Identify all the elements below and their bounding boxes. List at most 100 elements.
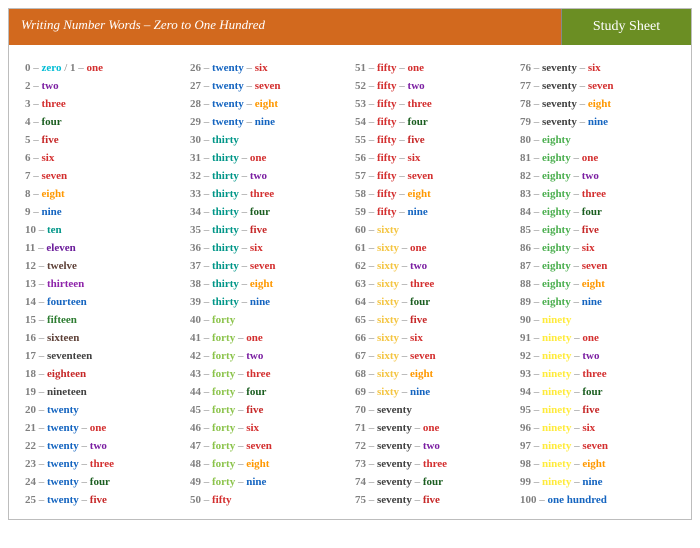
number-row: 36 – thirty – six [190, 239, 345, 257]
number-row: 62 – sixty – two [355, 257, 510, 275]
study-sheet: Writing Number Words – Zero to One Hundr… [8, 8, 692, 520]
number-row: 15 – fifteen [25, 311, 180, 329]
number-row: 13 – thirteen [25, 275, 180, 293]
number-row: 66 – sixty – six [355, 329, 510, 347]
number-row: 91 – ninety – one [520, 329, 675, 347]
number-grid: 0 – zero / 1 – one2 – two3 – three4 – fo… [9, 45, 691, 519]
number-row: 7 – seven [25, 167, 180, 185]
number-row: 12 – twelve [25, 257, 180, 275]
number-row: 3 – three [25, 95, 180, 113]
number-row: 44 – forty – four [190, 383, 345, 401]
number-row: 79 – seventy – nine [520, 113, 675, 131]
number-row: 75 – seventy – five [355, 491, 510, 509]
number-row: 87 – eighty – seven [520, 257, 675, 275]
number-row: 37 – thirty – seven [190, 257, 345, 275]
number-row: 53 – fifty – three [355, 95, 510, 113]
number-row: 72 – seventy – two [355, 437, 510, 455]
number-row: 0 – zero / 1 – one [25, 59, 180, 77]
number-row: 10 – ten [25, 221, 180, 239]
number-row: 19 – nineteen [25, 383, 180, 401]
number-row: 5 – five [25, 131, 180, 149]
number-row: 4 – four [25, 113, 180, 131]
number-row: 50 – fifty [190, 491, 345, 509]
column-4: 76 – seventy – six77 – seventy – seven78… [520, 59, 675, 509]
number-row: 33 – thirty – three [190, 185, 345, 203]
number-row: 42 – forty – two [190, 347, 345, 365]
number-row: 51 – fifty – one [355, 59, 510, 77]
number-row: 99 – ninety – nine [520, 473, 675, 491]
number-row: 39 – thirty – nine [190, 293, 345, 311]
number-row: 67 – sixty – seven [355, 347, 510, 365]
number-row: 8 – eight [25, 185, 180, 203]
number-row: 48 – forty – eight [190, 455, 345, 473]
number-row: 94 – ninety – four [520, 383, 675, 401]
number-row: 2 – two [25, 77, 180, 95]
number-row: 70 – seventy [355, 401, 510, 419]
number-row: 82 – eighty – two [520, 167, 675, 185]
number-row: 21 – twenty – one [25, 419, 180, 437]
number-row: 71 – seventy – one [355, 419, 510, 437]
page-title: Writing Number Words – Zero to One Hundr… [9, 9, 561, 45]
number-row: 47 – forty – seven [190, 437, 345, 455]
number-row: 56 – fifty – six [355, 149, 510, 167]
number-row: 6 – six [25, 149, 180, 167]
number-row: 58 – fifty – eight [355, 185, 510, 203]
number-row: 97 – ninety – seven [520, 437, 675, 455]
number-row: 30 – thirty [190, 131, 345, 149]
number-row: 76 – seventy – six [520, 59, 675, 77]
number-row: 29 – twenty – nine [190, 113, 345, 131]
number-row: 92 – ninety – two [520, 347, 675, 365]
number-row: 95 – ninety – five [520, 401, 675, 419]
number-row: 52 – fifty – two [355, 77, 510, 95]
number-row: 100 – one hundred [520, 491, 675, 509]
number-row: 14 – fourteen [25, 293, 180, 311]
column-2: 26 – twenty – six27 – twenty – seven28 –… [190, 59, 345, 509]
column-3: 51 – fifty – one52 – fifty – two53 – fif… [355, 59, 510, 509]
number-row: 34 – thirty – four [190, 203, 345, 221]
number-row: 16 – sixteen [25, 329, 180, 347]
number-row: 80 – eighty [520, 131, 675, 149]
number-row: 90 – ninety [520, 311, 675, 329]
number-row: 60 – sixty [355, 221, 510, 239]
number-row: 22 – twenty – two [25, 437, 180, 455]
number-row: 96 – ninety – six [520, 419, 675, 437]
number-row: 59 – fifty – nine [355, 203, 510, 221]
number-row: 98 – ninety – eight [520, 455, 675, 473]
number-row: 93 – ninety – three [520, 365, 675, 383]
badge-study-sheet: Study Sheet [561, 9, 691, 45]
number-row: 65 – sixty – five [355, 311, 510, 329]
number-row: 69 – sixty – nine [355, 383, 510, 401]
number-row: 17 – seventeen [25, 347, 180, 365]
number-row: 49 – forty – nine [190, 473, 345, 491]
number-row: 11 – eleven [25, 239, 180, 257]
number-row: 9 – nine [25, 203, 180, 221]
header-bar: Writing Number Words – Zero to One Hundr… [9, 9, 691, 45]
number-row: 40 – forty [190, 311, 345, 329]
number-row: 83 – eighty – three [520, 185, 675, 203]
number-row: 23 – twenty – three [25, 455, 180, 473]
number-row: 78 – seventy – eight [520, 95, 675, 113]
number-row: 64 – sixty – four [355, 293, 510, 311]
column-1: 0 – zero / 1 – one2 – two3 – three4 – fo… [25, 59, 180, 509]
number-row: 74 – seventy – four [355, 473, 510, 491]
number-row: 88 – eighty – eight [520, 275, 675, 293]
number-row: 77 – seventy – seven [520, 77, 675, 95]
number-row: 45 – forty – five [190, 401, 345, 419]
number-row: 27 – twenty – seven [190, 77, 345, 95]
number-row: 35 – thirty – five [190, 221, 345, 239]
number-row: 43 – forty – three [190, 365, 345, 383]
number-row: 84 – eighty – four [520, 203, 675, 221]
number-row: 86 – eighty – six [520, 239, 675, 257]
number-row: 63 – sixty – three [355, 275, 510, 293]
number-row: 46 – forty – six [190, 419, 345, 437]
number-row: 55 – fifty – five [355, 131, 510, 149]
number-row: 68 – sixty – eight [355, 365, 510, 383]
number-row: 28 – twenty – eight [190, 95, 345, 113]
number-row: 24 – twenty – four [25, 473, 180, 491]
number-row: 20 – twenty [25, 401, 180, 419]
number-row: 73 – seventy – three [355, 455, 510, 473]
number-row: 81 – eighty – one [520, 149, 675, 167]
number-row: 38 – thirty – eight [190, 275, 345, 293]
number-row: 89 – eighty – nine [520, 293, 675, 311]
number-row: 61 – sixty – one [355, 239, 510, 257]
